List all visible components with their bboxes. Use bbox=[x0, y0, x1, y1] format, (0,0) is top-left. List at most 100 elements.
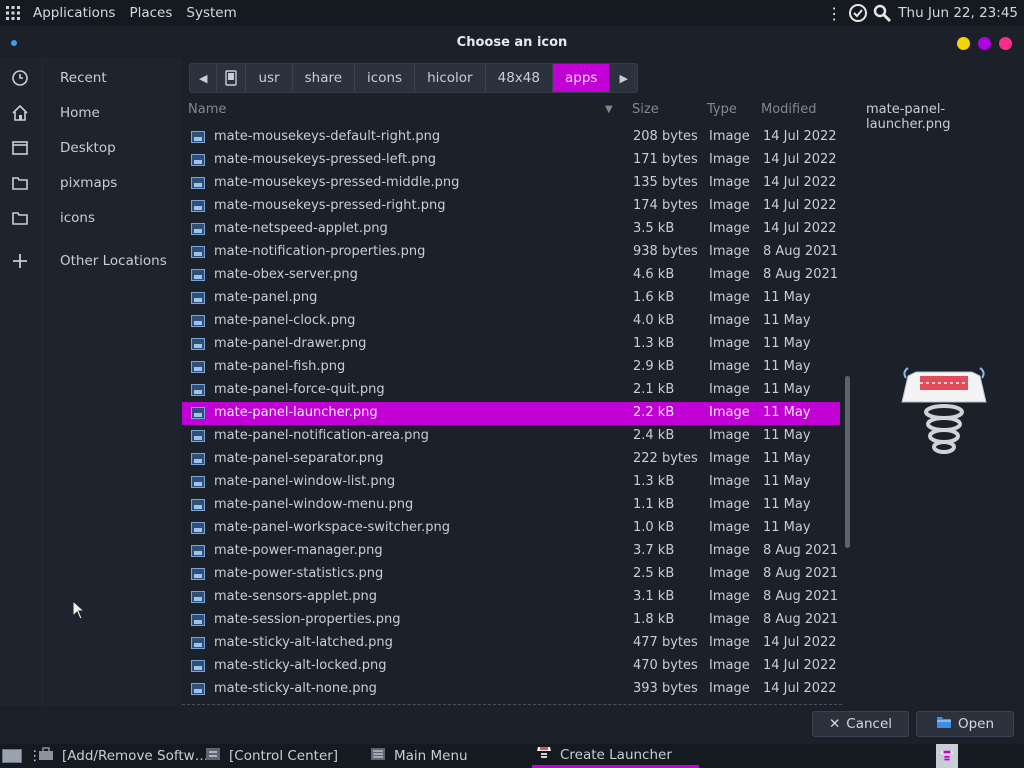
table-row[interactable]: mate-notification-properties.png 938 byte… bbox=[182, 241, 840, 264]
table-row[interactable]: mate-panel-force-quit.png 2.1 kB Image 11 M… bbox=[182, 379, 840, 402]
maximize-button[interactable] bbox=[978, 37, 991, 50]
cell-type: Image bbox=[709, 635, 750, 650]
clock-icon bbox=[11, 69, 29, 87]
cancel-label: Cancel bbox=[846, 716, 893, 732]
cell-modified: 8 Aug 2021 bbox=[763, 612, 839, 627]
table-row[interactable]: mate-power-manager.png 3.7 kB Image 8 Aug 2… bbox=[182, 540, 840, 563]
column-type[interactable]: Type bbox=[707, 102, 737, 117]
table-row[interactable]: mate-mousekeys-default-right.png 208 byte… bbox=[182, 126, 840, 149]
path-segment-share[interactable]: share bbox=[293, 64, 356, 92]
sidebar-item-other-locations[interactable]: Other Locations bbox=[0, 246, 182, 276]
table-row[interactable]: mate-sticky-alt-locked.png 470 bytes Image… bbox=[182, 655, 840, 678]
path-segment-48x48[interactable]: 48x48 bbox=[486, 64, 553, 92]
image-file-icon bbox=[191, 269, 205, 281]
check-circle-icon[interactable] bbox=[848, 3, 868, 23]
table-row[interactable]: mate-panel-separator.png 222 bytes Image 11… bbox=[182, 448, 840, 471]
drive-icon[interactable] bbox=[217, 64, 247, 92]
image-file-icon bbox=[191, 430, 205, 442]
menu-places[interactable]: Places bbox=[122, 5, 179, 21]
sidebar-item-home[interactable]: Home bbox=[0, 98, 182, 128]
menu-applications[interactable]: Applications bbox=[26, 5, 122, 21]
clock[interactable]: Thu Jun 22, 23:45 bbox=[898, 5, 1018, 21]
cell-modified: 14 Jul 2022 bbox=[763, 635, 837, 650]
cell-modified: 8 Aug 2021 bbox=[763, 566, 839, 581]
table-row[interactable]: mate-panel-fish.png 2.9 kB Image 11 May bbox=[182, 356, 840, 379]
tray: ⋮ Thu Jun 22, 23:45 bbox=[824, 0, 1018, 26]
table-row[interactable]: mate-panel-window-menu.png 1.1 kB Image 11 … bbox=[182, 494, 840, 517]
cancel-button[interactable]: ✕ Cancel bbox=[812, 711, 909, 737]
table-row[interactable]: mate-panel-notification-area.png 2.4 kB Im… bbox=[182, 425, 840, 448]
table-row[interactable]: mate-panel-window-list.png 1.3 kB Image 11 … bbox=[182, 471, 840, 494]
task-main-menu[interactable]: Main Menu bbox=[370, 744, 468, 768]
cell-name: mate-panel-clock.png bbox=[214, 313, 356, 328]
open-button[interactable]: Open bbox=[916, 711, 1014, 737]
cell-name: mate-panel-notification-area.png bbox=[214, 428, 429, 443]
cell-modified: 11 May bbox=[763, 336, 811, 351]
column-modified[interactable]: Modified bbox=[761, 102, 816, 117]
cell-size: 2.4 kB bbox=[633, 428, 675, 443]
cell-size: 3.7 kB bbox=[633, 543, 675, 558]
path-forward-arrow-icon[interactable]: ▶ bbox=[610, 64, 636, 92]
cell-modified: 14 Jul 2022 bbox=[763, 221, 837, 236]
image-file-icon bbox=[191, 154, 205, 166]
show-desktop-icon[interactable] bbox=[2, 744, 22, 768]
cell-name: mate-obex-server.png bbox=[214, 267, 358, 282]
file-list-scrollbar[interactable] bbox=[845, 376, 850, 548]
path-segment-apps[interactable]: apps bbox=[552, 64, 611, 92]
task-create-launcher[interactable]: Create Launcher bbox=[532, 744, 699, 768]
sidebar-item-desktop[interactable]: Desktop bbox=[0, 133, 182, 163]
task-control-center[interactable]: [Control Center] bbox=[205, 744, 338, 768]
minimize-button[interactable] bbox=[957, 37, 970, 50]
menu-system[interactable]: System bbox=[179, 5, 243, 21]
table-row[interactable]: mate-power-statistics.png 2.5 kB Image 8 Au… bbox=[182, 563, 840, 586]
sidebar-item-label: Other Locations bbox=[60, 253, 167, 269]
table-row[interactable]: mate-panel-workspace-switcher.png 1.0 kB I… bbox=[182, 517, 840, 540]
image-file-icon bbox=[191, 361, 205, 373]
image-file-icon bbox=[191, 591, 205, 603]
task-add-remove-software[interactable]: [Add/Remove Softw… bbox=[38, 744, 208, 768]
cell-size: 470 bytes bbox=[633, 658, 698, 673]
table-row[interactable]: mate-panel-launcher.png 2.2 kB Image 11 May bbox=[182, 402, 840, 425]
path-segment-icons[interactable]: icons bbox=[355, 64, 416, 92]
cell-type: Image bbox=[709, 405, 750, 420]
table-row[interactable]: mate-obex-server.png 4.6 kB Image 8 Aug 202… bbox=[182, 264, 840, 287]
table-row[interactable]: mate-mousekeys-pressed-left.png 171 bytes… bbox=[182, 149, 840, 172]
table-row[interactable]: mate-netspeed-applet.png 3.5 kB Image 14 Ju… bbox=[182, 218, 840, 241]
cell-type: Image bbox=[709, 313, 750, 328]
table-row[interactable]: mate-mousekeys-pressed-right.png 174 byte… bbox=[182, 195, 840, 218]
column-size[interactable]: Size bbox=[632, 102, 659, 117]
path-segment-hicolor[interactable]: hicolor bbox=[415, 64, 486, 92]
table-row[interactable]: mate-panel.png 1.6 kB Image 11 May bbox=[182, 287, 840, 310]
search-icon[interactable] bbox=[872, 3, 892, 23]
workspace-switcher-icon[interactable] bbox=[936, 744, 958, 768]
close-button[interactable] bbox=[999, 37, 1012, 50]
cell-size: 222 bytes bbox=[633, 451, 698, 466]
cell-modified: 11 May bbox=[763, 313, 811, 328]
cell-type: Image bbox=[709, 497, 750, 512]
table-row[interactable]: mate-session-properties.png 1.8 kB Image 8 … bbox=[182, 609, 840, 632]
dots-icon[interactable]: ⋮ bbox=[824, 3, 844, 23]
path-back-arrow-icon[interactable]: ◀ bbox=[190, 64, 218, 92]
column-name[interactable]: Name bbox=[188, 102, 226, 117]
table-row[interactable]: mate-panel-clock.png 4.0 kB Image 11 May bbox=[182, 310, 840, 333]
cell-modified: 11 May bbox=[763, 382, 811, 397]
sort-arrow-icon[interactable]: ▼ bbox=[605, 104, 613, 115]
cell-name: mate-panel-launcher.png bbox=[214, 405, 378, 420]
table-row[interactable]: mate-sticky-alt-latched.png 477 bytes Imag… bbox=[182, 632, 840, 655]
package-icon bbox=[38, 747, 54, 765]
path-segment-usr[interactable]: usr bbox=[246, 64, 293, 92]
table-row[interactable]: mate-panel-drawer.png 1.3 kB Image 11 May bbox=[182, 333, 840, 356]
table-row[interactable]: mate-mousekeys-pressed-middle.png 135 byt… bbox=[182, 172, 840, 195]
image-file-icon bbox=[191, 522, 205, 534]
table-row[interactable]: mate-sticky-alt-none.png 393 bytes Image 14… bbox=[182, 678, 840, 701]
sidebar-item-pixmaps[interactable]: pixmaps bbox=[0, 168, 182, 198]
cell-size: 1.6 kB bbox=[633, 290, 675, 305]
sidebar-item-icons[interactable]: icons bbox=[0, 203, 182, 233]
app-grid-icon[interactable] bbox=[0, 0, 26, 26]
table-row[interactable]: mate-sensors-applet.png 3.1 kB Image 8 Aug … bbox=[182, 586, 840, 609]
cell-type: Image bbox=[709, 267, 750, 282]
cell-name: mate-power-manager.png bbox=[214, 543, 383, 558]
cell-name: mate-notification-properties.png bbox=[214, 244, 426, 259]
folder-open-icon bbox=[936, 715, 952, 733]
sidebar-item-recent[interactable]: Recent bbox=[0, 63, 182, 93]
